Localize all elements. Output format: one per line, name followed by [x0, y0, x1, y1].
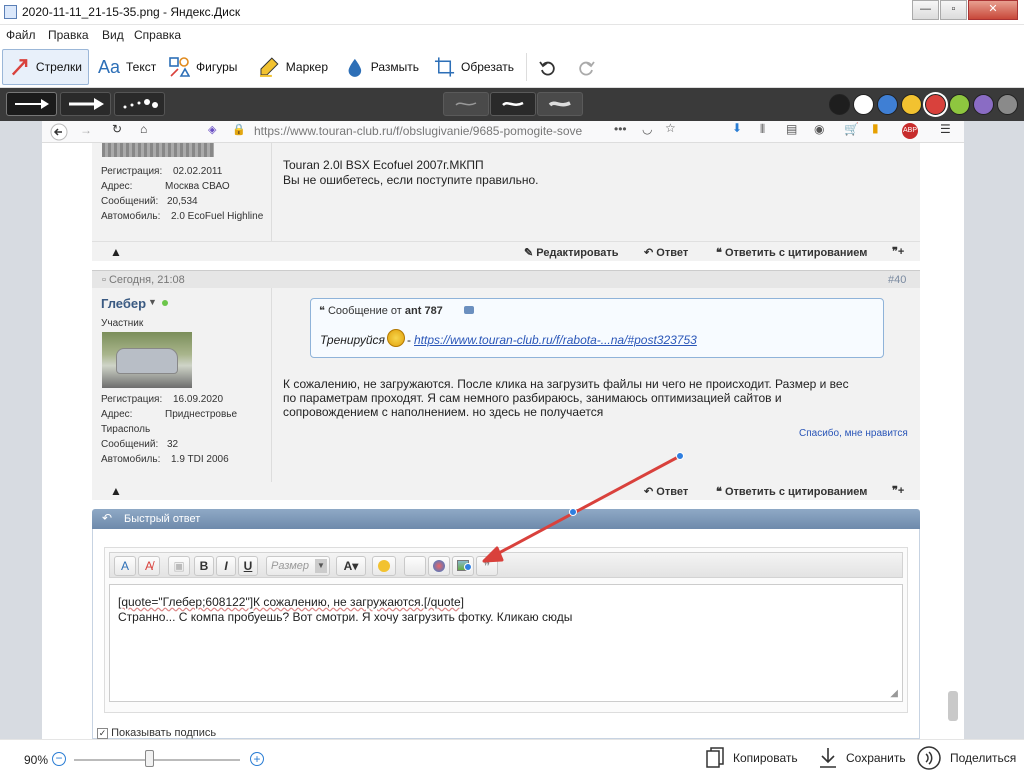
save-icon [820, 748, 836, 768]
copy-button[interactable]: Копировать [705, 746, 798, 770]
arrow-mid-handle[interactable] [569, 508, 577, 516]
share-button[interactable]: Поделиться [916, 745, 1016, 771]
zoom-slider-track[interactable] [74, 759, 240, 761]
annotation-arrow[interactable] [0, 0, 1024, 781]
zoom-slider-thumb[interactable] [144, 750, 154, 767]
arrow-shaft [483, 454, 681, 563]
zoom-in-icon[interactable]: + [250, 752, 264, 766]
arrow-start-handle[interactable] [676, 452, 684, 460]
save-button[interactable]: Сохранить [818, 746, 906, 770]
arrow-head [482, 546, 504, 563]
arrow-end-handle[interactable] [464, 563, 472, 571]
status-bar: 90% − + Копировать Сохранить Поделиться [0, 739, 1024, 781]
copy-icon [706, 747, 724, 768]
zoom-level: 90% [24, 753, 49, 767]
zoom-out-icon[interactable]: − [52, 752, 66, 766]
share-icon [917, 746, 941, 770]
